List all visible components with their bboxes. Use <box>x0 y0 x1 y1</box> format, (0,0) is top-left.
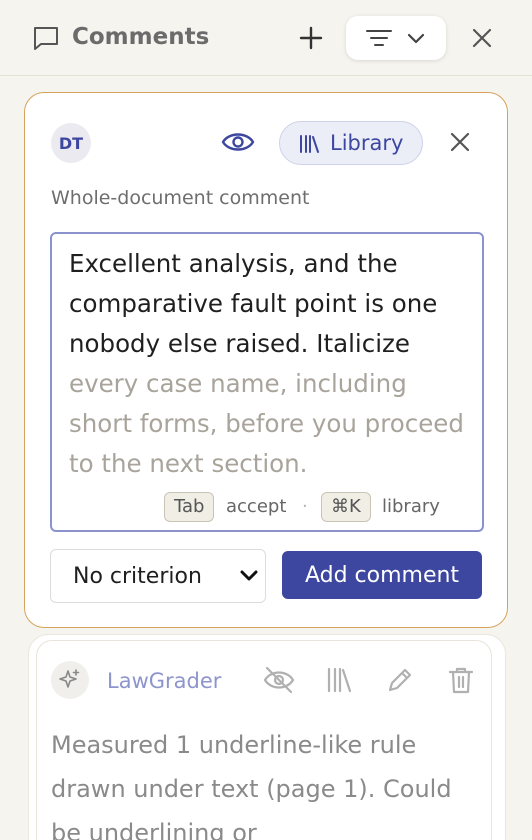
trash-icon[interactable] <box>447 665 475 695</box>
plus-icon[interactable] <box>298 25 324 51</box>
comment-text: Excellent analysis, and the comparative … <box>69 244 475 484</box>
pencil-icon[interactable] <box>385 665 415 695</box>
add-comment-button[interactable]: Add comment <box>282 551 482 599</box>
cmd-k-key-badge: ⌘K <box>321 492 371 522</box>
comment-card: LawGrader Measured 1 underline-like rule… <box>36 640 492 840</box>
comment-scope-label: Whole-document comment <box>51 187 310 209</box>
panel-title: Comments <box>72 24 210 50</box>
library-icon <box>300 135 319 153</box>
close-icon[interactable] <box>470 26 494 50</box>
comment-author: LawGrader <box>107 669 222 693</box>
eye-off-icon[interactable] <box>263 665 295 695</box>
typed-text: Excellent analysis, and the comparative … <box>69 249 438 358</box>
avatar: DT <box>51 123 91 163</box>
sparkle-icon <box>51 661 89 699</box>
comment-textarea[interactable]: Excellent analysis, and the comparative … <box>50 232 484 532</box>
library-label: Library <box>330 131 404 155</box>
autocomplete-suggestion: every case name, including short forms, … <box>69 369 464 478</box>
chevron-down-icon <box>407 33 425 44</box>
comment-body: Measured 1 underline-like rule drawn und… <box>51 731 452 840</box>
sort-lines-icon <box>366 30 392 46</box>
accept-hint: accept <box>226 496 287 517</box>
chevron-down-icon <box>240 570 258 581</box>
library-icon[interactable] <box>325 665 353 695</box>
library-button[interactable]: Library <box>279 121 423 165</box>
library-hint: library <box>382 496 440 517</box>
close-icon[interactable] <box>449 131 471 153</box>
criterion-value: No criterion <box>73 564 202 589</box>
hint-separator: · <box>302 496 308 517</box>
draft-comment-card: DT Library Whole-document comment Excell… <box>24 92 508 628</box>
comment-bubble-icon <box>34 27 58 50</box>
panel-header: Comments <box>0 0 532 76</box>
criterion-select[interactable]: No criterion <box>50 549 266 603</box>
tab-key-badge: Tab <box>164 492 215 522</box>
eye-icon[interactable] <box>221 129 255 155</box>
sort-filter-button[interactable] <box>346 16 446 60</box>
